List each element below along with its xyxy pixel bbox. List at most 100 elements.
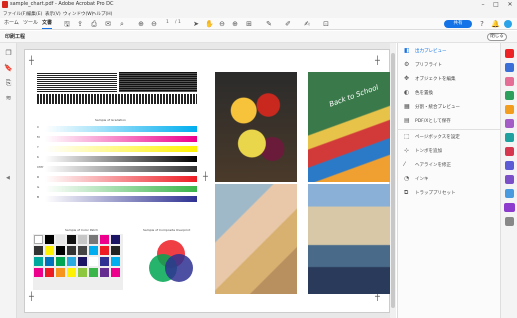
scan-ocr-icon[interactable] [505, 133, 514, 142]
panel-item-fix-hairlines[interactable]: ⁄ ヘアラインを修正 [404, 161, 451, 171]
color-swatch [67, 246, 76, 255]
page-thumbnails-icon[interactable]: ❐ [4, 49, 13, 58]
panel-item-preflight[interactable]: ⚙ プリフライト [404, 61, 442, 71]
panel-item-label: トラッププリセット [415, 191, 456, 196]
menu-edit[interactable]: 編集(E) [27, 11, 42, 17]
close-window-button[interactable]: ✕ [504, 0, 516, 10]
bookmark-icon[interactable]: 🔖 [4, 64, 13, 73]
compare-icon[interactable] [505, 189, 514, 198]
color-swatch [67, 235, 76, 244]
print-production-icon[interactable] [504, 203, 515, 212]
notification-icon[interactable]: 🔔 [491, 20, 500, 28]
sign-icon[interactable]: ✍ [303, 20, 311, 28]
color-swatch [56, 235, 65, 244]
edit-pdf-icon[interactable] [505, 77, 514, 86]
avatar[interactable] [504, 20, 512, 28]
attachment-icon[interactable]: ⎘ [4, 79, 13, 88]
mail-icon[interactable]: ✉ [104, 20, 112, 28]
panel-item-save-pdfx[interactable]: ▤ PDF/Xとして保存 [404, 117, 451, 127]
upload-icon[interactable]: ⇪ [76, 20, 84, 28]
left-navigation-rail: ❐ 🔖 ⎘ ≋ ◀ [0, 43, 17, 318]
color-swatch [67, 257, 76, 266]
layers-icon[interactable]: ≋ [4, 94, 13, 103]
export-pdf-icon[interactable] [505, 91, 514, 100]
zoom-in-icon[interactable]: ⊕ [231, 20, 239, 28]
panel-item-label: ページボックスを設定 [415, 135, 460, 140]
highlight-icon[interactable]: ✐ [284, 20, 292, 28]
window-title: sample_chart.pdf - Adobe Acrobat Pro DC [10, 1, 114, 7]
gradation-strip-cyan [45, 126, 197, 132]
panel-item-output-preview[interactable]: ◧ 出力プレビュー [404, 47, 447, 57]
search-icon[interactable]: ⌕ [118, 20, 126, 28]
gradation-label: M [37, 135, 40, 139]
page-up-icon[interactable]: ⊕ [137, 20, 145, 28]
color-swatch [100, 246, 109, 255]
help-icon[interactable]: ? [478, 20, 486, 28]
color-swatch [67, 268, 76, 277]
fill-sign-icon[interactable] [505, 161, 514, 170]
measure-icon[interactable] [505, 175, 514, 184]
overprint-circles [149, 240, 193, 282]
create-pdf-icon[interactable] [505, 49, 514, 58]
menu-view[interactable]: 表示(V) [45, 11, 61, 17]
font-sample-block [119, 72, 197, 92]
maximize-button[interactable]: □ [490, 0, 502, 10]
share-button[interactable]: 共有 [444, 20, 472, 28]
menu-file[interactable]: ファイル(F) [3, 11, 27, 17]
organize-pages-icon[interactable] [505, 119, 514, 128]
color-swatch [56, 268, 65, 277]
menu-help[interactable]: ヘルプ(H) [92, 11, 112, 17]
gradation-strip-green [45, 186, 197, 192]
panel-item-ink[interactable]: ◔ インキ [404, 175, 429, 185]
panel-item-trap-presets[interactable]: ⧉ トラッププリセット [404, 189, 456, 199]
panel-item-flattener-preview[interactable]: ▦ 分割・統合プレビュー [404, 103, 460, 113]
zoom-out-icon[interactable]: ⊖ [218, 20, 226, 28]
page-down-icon[interactable]: ⊖ [150, 20, 158, 28]
panel-item-add-printer-marks[interactable]: ⊹ トンボを追加 [404, 147, 442, 157]
save-icon[interactable]: 🖫 [63, 20, 71, 28]
collapse-left-panel-icon[interactable]: ◀ [6, 175, 10, 181]
panel-item-edit-object[interactable]: ✥ オブジェクトを編集 [404, 75, 456, 85]
panel-item-label: プリフライト [415, 63, 442, 68]
color-swatch [78, 235, 87, 244]
page-current[interactable]: 1 [166, 20, 169, 25]
tab-home[interactable]: ホーム [4, 18, 19, 29]
menu-window[interactable]: ウィンドウ(W) [63, 11, 93, 17]
color-swatch [100, 268, 109, 277]
gradation-label: CMY [37, 165, 44, 169]
protect-icon[interactable] [505, 147, 514, 156]
more-tools-strip-icon[interactable] [505, 217, 514, 226]
select-cursor-icon[interactable]: ➤ [192, 20, 200, 28]
tab-document[interactable]: 文書 [42, 18, 53, 29]
comment-icon[interactable]: ✎ [265, 20, 273, 28]
color-swatch [34, 268, 43, 277]
combine-files-icon[interactable] [505, 63, 514, 72]
gradation-strip-black [45, 156, 197, 162]
color-swatch [78, 257, 87, 266]
print-production-panel: ◧ 出力プレビュー ⚙ プリフライト ✥ オブジェクトを編集 ◐ 色を置換 ▦ 分割・統合… [397, 43, 501, 318]
more-tools-icon[interactable]: ⊡ [322, 20, 330, 28]
hairline-icon: ⁄ [404, 161, 406, 168]
font-sample-block [37, 72, 117, 92]
edit-object-icon: ✥ [404, 75, 410, 82]
panel-item-label: トンボを追加 [415, 149, 442, 154]
color-swatch [45, 246, 54, 255]
vertical-scrollbar[interactable] [390, 43, 396, 318]
color-swatch [89, 257, 98, 266]
tab-tools[interactable]: ツール [23, 18, 38, 29]
print-icon[interactable]: ⎙ [90, 20, 98, 28]
minimize-button[interactable]: – [477, 0, 489, 10]
flattener-icon: ▦ [404, 103, 410, 110]
close-tool-button[interactable]: 閉じる [487, 33, 507, 41]
fit-page-icon[interactable]: ⊞ [245, 20, 253, 28]
panel-item-replace-color[interactable]: ◐ 色を置換 [404, 89, 433, 99]
panel-item-set-page-boxes[interactable]: ⬚ ページボックスを設定 [404, 133, 460, 143]
panel-item-label: インキ [415, 177, 429, 182]
title-bar: sample_chart.pdf - Adobe Acrobat Pro DC … [0, 0, 517, 10]
comment-tool-icon[interactable] [505, 105, 514, 114]
street-cafe-photo [308, 184, 390, 294]
patch-title: Sample of Color Patch [65, 228, 99, 232]
hand-tool-icon[interactable]: ✋ [205, 20, 214, 28]
scrollbar-thumb[interactable] [391, 53, 395, 308]
page-box-icon: ⬚ [404, 133, 410, 140]
